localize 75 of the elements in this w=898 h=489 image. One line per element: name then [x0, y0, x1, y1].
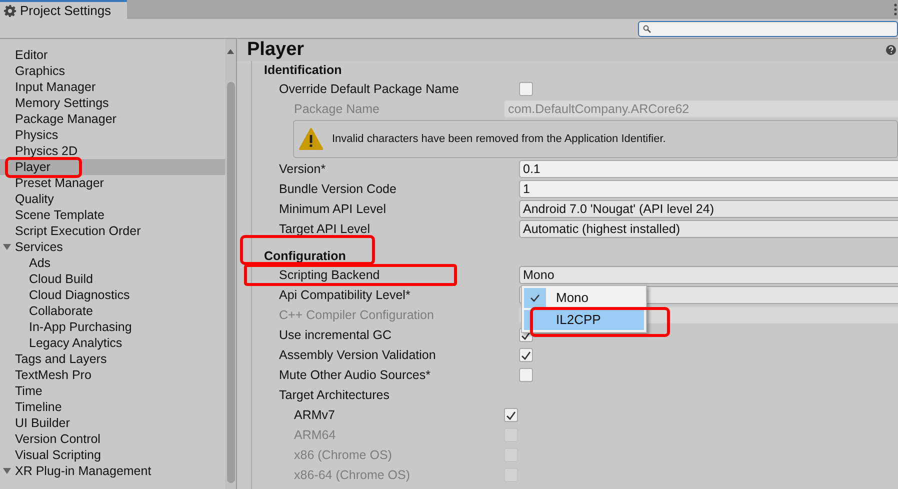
field-label: x86-64 (Chrome OS)	[293, 466, 412, 484]
checkbox[interactable]	[519, 368, 533, 382]
gear-icon	[4, 4, 16, 16]
field-label: Target Architectures	[278, 386, 390, 404]
check-icon	[521, 350, 531, 360]
field-label: ARMv7	[293, 406, 336, 424]
field-label: Api Compatibility Level*	[278, 286, 412, 304]
sidebar-item[interactable]: Physics 2D	[0, 143, 225, 159]
sidebar-item[interactable]: Cloud Diagnostics	[0, 287, 225, 303]
search-icon	[643, 24, 651, 32]
field-label: Target API Level	[278, 220, 372, 238]
field-label: Use incremental GC	[278, 326, 393, 344]
sidebar-item[interactable]: UI Builder	[0, 415, 225, 431]
check-icon	[506, 410, 516, 420]
more-options-icon[interactable]	[894, 3, 897, 16]
sidebar-item[interactable]: Collaborate	[0, 303, 225, 319]
sidebar-item[interactable]: Physics	[0, 127, 225, 143]
sidebar-item[interactable]: Graphics	[0, 63, 225, 79]
checkbox[interactable]	[519, 348, 533, 362]
check-icon	[521, 330, 531, 340]
sidebar-item[interactable]: Version Control	[0, 431, 225, 447]
checkbox[interactable]	[519, 82, 533, 96]
sidebar-item[interactable]: Memory Settings	[0, 95, 225, 111]
warning-icon	[299, 128, 323, 150]
sidebar-item[interactable]: Preset Manager	[0, 175, 225, 191]
text-field[interactable]: 0.1	[519, 160, 898, 178]
help-icon[interactable]	[886, 45, 896, 55]
window-tab[interactable]: Project Settings	[0, 0, 127, 19]
dropdown-field[interactable]: Automatic (highest installed)	[519, 220, 898, 238]
sidebar-item[interactable]: Visual Scripting	[0, 447, 225, 463]
section-header: Identification	[264, 62, 342, 79]
field-label: C++ Compiler Configuration	[278, 306, 435, 324]
sidebar-item[interactable]: Cloud Build	[0, 271, 225, 287]
sidebar-item[interactable]: Quality	[0, 191, 225, 207]
check-icon	[530, 294, 540, 302]
window-title: Project Settings	[20, 2, 112, 20]
field-label: x86 (Chrome OS)	[293, 446, 393, 464]
sidebar-item[interactable]: Timeline	[0, 399, 225, 415]
field-label: Package Name	[293, 100, 380, 118]
sidebar-item[interactable]: In-App Purchasing	[0, 319, 225, 335]
field-label: Scripting Backend	[278, 266, 381, 284]
warning-text: Invalid characters have been removed from the Application Identifier.	[332, 132, 666, 147]
field-label: Minimum API Level	[278, 200, 387, 218]
sidebar-item[interactable]: Legacy Analytics	[0, 335, 225, 351]
sidebar-item[interactable]: Input Manager	[0, 79, 225, 95]
menu-item[interactable]: Mono	[524, 288, 644, 308]
dropdown-field[interactable]: Mono	[519, 266, 898, 284]
field-label: Version*	[278, 160, 327, 178]
sidebar-item[interactable]: Services	[0, 239, 225, 255]
sidebar-item[interactable]: Scene Template	[0, 207, 225, 223]
sidebar-item[interactable]: TextMesh Pro	[0, 367, 225, 383]
scrollbar[interactable]	[225, 39, 236, 489]
field-label: Mute Other Audio Sources*	[278, 366, 432, 384]
search-field[interactable]	[638, 20, 898, 36]
sidebar-item[interactable]: Time	[0, 383, 225, 399]
field-label: Bundle Version Code	[278, 180, 398, 198]
sidebar-item[interactable]: Ads	[0, 255, 225, 271]
checkbox[interactable]	[504, 408, 518, 422]
sidebar-item[interactable]: XR Plug-in Management	[0, 463, 225, 479]
menu-item[interactable]: IL2CPP	[524, 310, 644, 330]
sidebar-item[interactable]: Editor	[0, 47, 225, 63]
text-field: com.DefaultCompany.ARCore62	[504, 100, 898, 118]
sidebar-item[interactable]: Script Execution Order	[0, 223, 225, 239]
scroll-up-icon[interactable]	[227, 49, 234, 54]
sidebar-item[interactable]: Package Manager	[0, 111, 225, 127]
field-label: Override Default Package Name	[278, 80, 460, 98]
field-label: Assembly Version Validation	[278, 346, 437, 364]
field-label: ARM64	[293, 426, 337, 444]
dropdown-field[interactable]: Android 7.0 'Nougat' (API level 24)	[519, 200, 898, 218]
panel-title: Player	[247, 38, 304, 62]
section-header: Configuration	[264, 248, 346, 265]
sidebar-item[interactable]: Tags and Layers	[0, 351, 225, 367]
text-field[interactable]: 1	[519, 180, 898, 198]
sidebar-item[interactable]: Player	[0, 159, 225, 175]
scrollbar-thumb[interactable]	[226, 82, 234, 483]
